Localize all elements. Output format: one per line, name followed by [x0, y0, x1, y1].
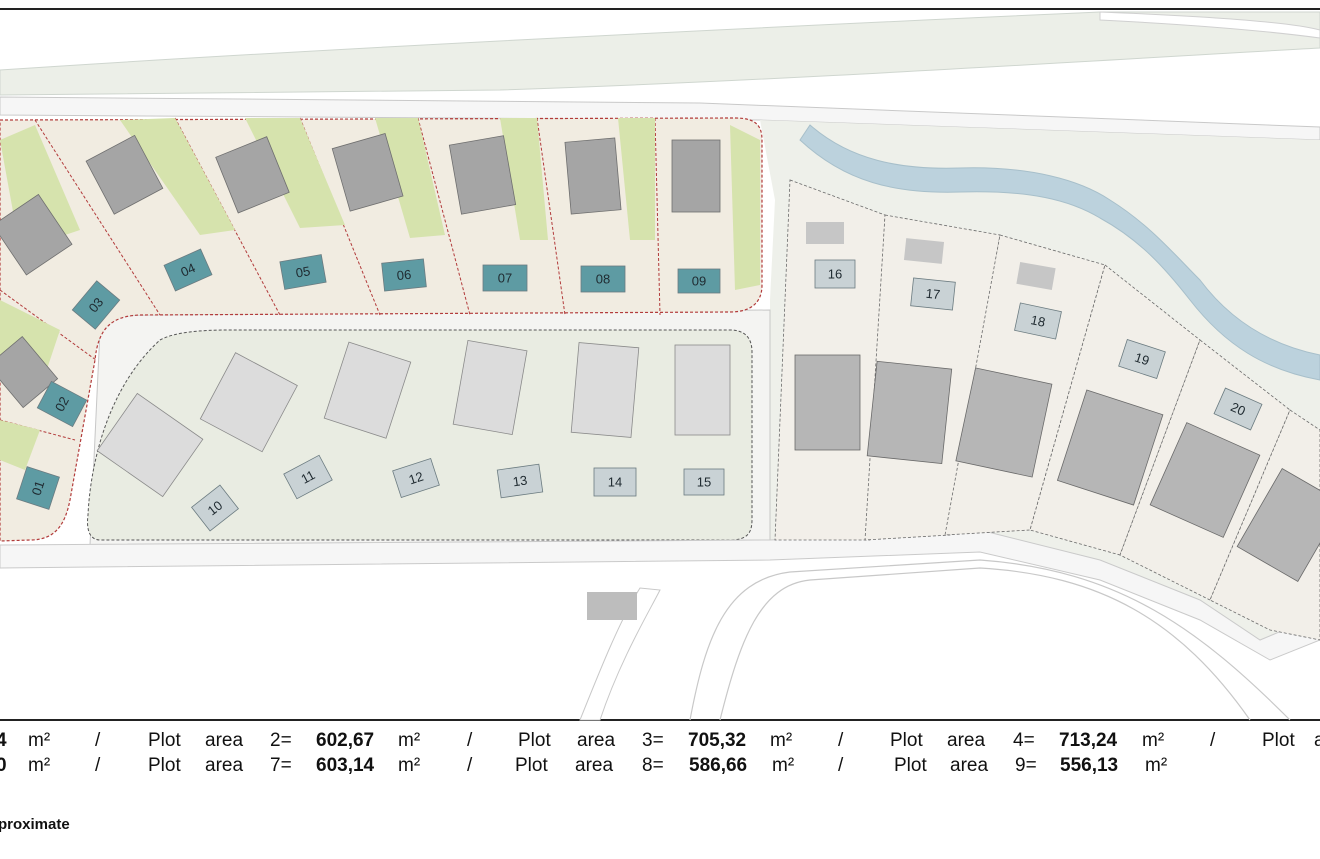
- plot-number-05: 05: [295, 263, 312, 280]
- legend-r1-sep-4: /: [1210, 730, 1216, 751]
- legend-r2-idx-8: 8=: [642, 755, 664, 776]
- house-16: [794, 354, 861, 451]
- plot-08: 08: [580, 265, 626, 293]
- legend-r2-idx-7: 7=: [270, 755, 292, 776]
- plot-17: 17: [910, 277, 956, 311]
- plot-number-14: 14: [608, 474, 622, 489]
- site-plan-svg: 01020304 05 06 07 08 091011 12 13 14 151617181920: [0, 0, 1320, 722]
- legend-r1-unit-3: m²: [770, 730, 793, 751]
- house-08: [564, 137, 622, 215]
- legend-r2-sep-7: /: [467, 755, 473, 776]
- plot-number-16: 16: [828, 266, 842, 281]
- plot-13: 13: [496, 463, 544, 499]
- legend-r1-word-plot-5: Plot: [1262, 730, 1295, 751]
- legend-r1-word-area-2: area: [205, 730, 244, 751]
- carport-17: [903, 238, 945, 264]
- house-15: [674, 344, 731, 436]
- legend-r2-value-7: 603,14: [316, 755, 375, 776]
- site-plan-map: 01 02 03 04 05 06 07 08 09 10 11 12 13 14 15 16 17 18 19 20: [0, 0, 1320, 722]
- legend-r1-sep-2: /: [467, 730, 473, 751]
- legend-r2-prefix: 0: [0, 755, 7, 776]
- legend-r2-word-area-7: area: [205, 755, 244, 776]
- plot-15: 15: [683, 468, 725, 496]
- legend-r1-value-3: 705,32: [688, 730, 747, 751]
- utility-box: [587, 592, 637, 620]
- house-07: [448, 135, 517, 215]
- house-14: [570, 342, 640, 438]
- legend-r2-unit-9: m²: [1145, 755, 1168, 776]
- legend-r1-idx-3: 3=: [642, 730, 664, 751]
- footnote-approximate: proximate: [0, 816, 70, 833]
- legend-r2-value-9: 556,13: [1060, 755, 1119, 776]
- legend-r1-sep-3: /: [838, 730, 844, 751]
- legend-r2-value-8: 586,66: [689, 755, 748, 776]
- legend-r1-word-area-3: area: [577, 730, 616, 751]
- plot-number-13: 13: [512, 473, 528, 490]
- legend-r2-unit-8: m²: [772, 755, 795, 776]
- plot-number-15: 15: [697, 474, 711, 489]
- legend-r2-word-area-8: area: [575, 755, 614, 776]
- house-09: [671, 139, 721, 213]
- plot-14: 14: [593, 467, 637, 497]
- legend-r1-sep-1: /: [95, 730, 101, 751]
- plot-07: 07: [482, 264, 528, 292]
- plot-area-legend: 4 m² / Plot area 2= 602,67 m² / Plot are…: [0, 724, 1320, 859]
- plot-06: 06: [381, 258, 427, 292]
- green-strip-09: [730, 125, 760, 290]
- legend-r1-word-area-5: a: [1314, 730, 1320, 751]
- legend-r2-word-area-9: area: [950, 755, 989, 776]
- legend-r2-unit-7: m²: [398, 755, 421, 776]
- legend-row-1: 4 m² / Plot area 2= 602,67 m² / Plot are…: [0, 730, 1320, 754]
- legend-r2-word-plot-7: Plot: [148, 755, 181, 776]
- plot-number-07: 07: [498, 270, 512, 285]
- plot-16: 16: [814, 259, 856, 289]
- legend-r1-idx-4: 4=: [1013, 730, 1035, 751]
- legend-r1-word-plot-2: Plot: [148, 730, 181, 751]
- legend-r2-idx-9: 9=: [1015, 755, 1037, 776]
- legend-r1-word-plot-4: Plot: [890, 730, 923, 751]
- legend-r2-word-plot-8: Plot: [515, 755, 548, 776]
- legend-r2-word-plot-9: Plot: [894, 755, 927, 776]
- legend-r2-sep-1: /: [95, 755, 101, 776]
- legend-r1-unit-2: m²: [398, 730, 421, 751]
- legend-r1-prefix: 4: [0, 730, 7, 751]
- legend-row-2: 0 m² / Plot area 7= 603,14 m² / Plot are…: [0, 755, 1320, 779]
- plot-number-09: 09: [692, 273, 706, 288]
- carport-16: [806, 222, 844, 244]
- plot-number-06: 06: [396, 267, 412, 283]
- legend-r1-word-plot-3: Plot: [518, 730, 551, 751]
- legend-r1-idx-2: 2=: [270, 730, 292, 751]
- plot-09: 09: [677, 268, 721, 294]
- plot-number-08: 08: [596, 271, 610, 286]
- house-17: [866, 360, 953, 465]
- legend-r1-value-4: 713,24: [1059, 730, 1118, 751]
- legend-r1-value-2: 602,67: [316, 730, 375, 751]
- plot-number-17: 17: [925, 286, 941, 302]
- legend-r1-word-area-4: area: [947, 730, 986, 751]
- legend-r1-unit-1: m²: [28, 730, 51, 751]
- plot-number-18: 18: [1029, 312, 1046, 330]
- legend-r2-unit-1: m²: [28, 755, 51, 776]
- legend-r1-unit-4: m²: [1142, 730, 1165, 751]
- legend-r2-sep-8: /: [838, 755, 844, 776]
